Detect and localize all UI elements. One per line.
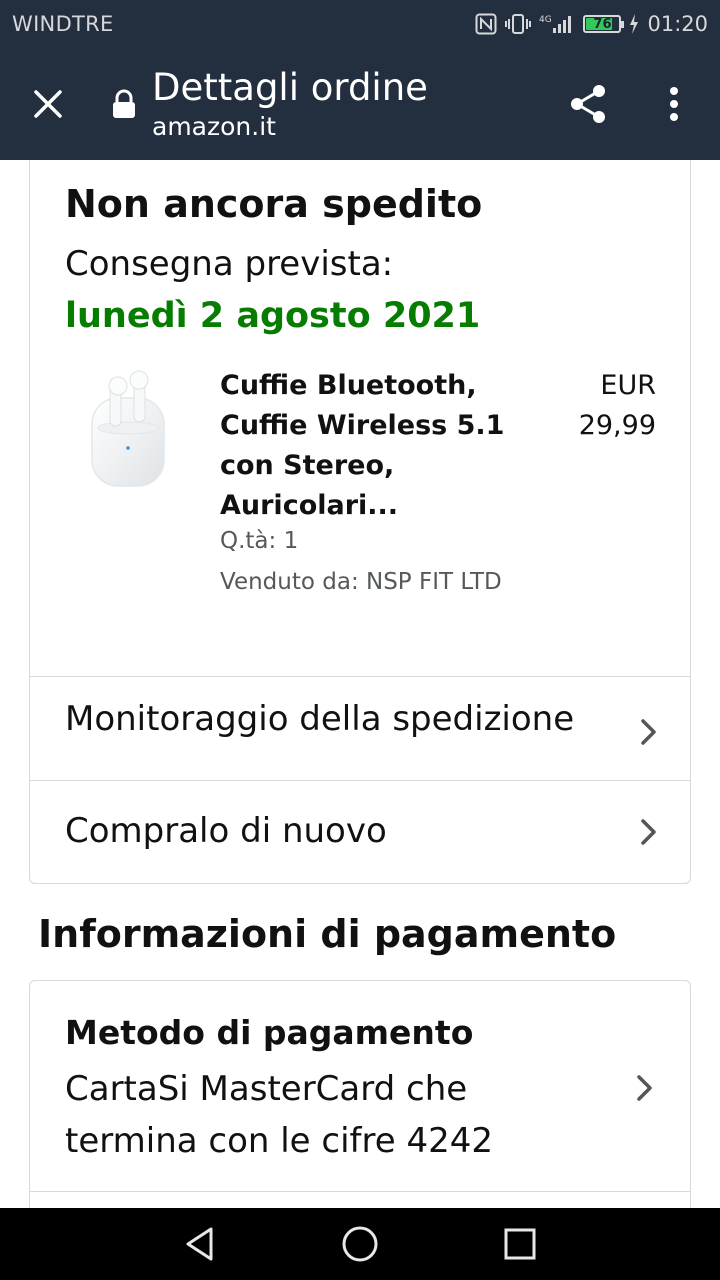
browser-toolbar: Dettagli ordine amazon.it [0,48,720,160]
back-button[interactable] [170,1214,230,1274]
carrier-name: WINDTRE [12,12,114,36]
more-vert-icon [670,87,678,121]
price-currency: EUR [600,370,656,401]
track-shipment-label: Monitoraggio della spedizione [65,699,575,739]
share-button[interactable] [562,78,614,130]
order-card: Non ancora spedito Consegna prevista: lu… [29,160,691,884]
close-icon [34,90,62,118]
system-navigation-bar [0,1208,720,1280]
nfc-icon [475,13,497,35]
battery-level: 76 [593,16,612,32]
chevron-right-icon [641,719,656,745]
status-bar: WINDTRE 4G 76 01:20 [0,0,720,48]
recents-square-icon [504,1228,536,1260]
payment-method-title: Metodo di pagamento [65,1013,474,1052]
chevron-right-icon [637,1075,652,1101]
charging-icon [629,14,639,34]
shipping-status: Non ancora spedito [65,182,483,226]
seller: Venduto da: NSP FIT LTD [220,569,502,595]
payment-method-card[interactable]: Metodo di pagamento CartaSi MasterCard c… [29,980,691,1208]
home-button[interactable] [330,1214,390,1274]
signal-icon: 4G [539,13,575,35]
home-circle-icon [342,1226,378,1262]
buy-again-label: Compralo di nuovo [65,811,387,851]
network-type: 4G [539,15,552,25]
status-icons: 4G 76 01:20 [475,12,708,36]
share-icon [571,85,605,123]
more-options-button[interactable] [652,78,696,130]
order-summary: Non ancora spedito Consegna prevista: lu… [30,160,690,677]
buy-again-row[interactable]: Compralo di nuovo [30,781,690,883]
track-shipment-row[interactable]: Monitoraggio della spedizione [30,677,690,781]
product-title[interactable]: Cuffie Bluetooth, Cuffie Wireless 5.1 co… [220,366,520,526]
close-button[interactable] [22,78,74,130]
vibrate-icon [505,13,532,35]
page-content: Non ancora spedito Consegna prevista: lu… [0,160,720,1208]
payment-section-heading: Informazioni di pagamento [38,912,617,956]
page-title: Dettagli ordine [152,66,428,109]
clock: 01:20 [647,12,708,36]
page-url: amazon.it [152,112,276,141]
back-triangle-icon [186,1227,213,1261]
price-value: 29,99 [578,410,656,441]
quantity: Q.tà: 1 [220,528,299,554]
lock-icon [110,88,138,120]
delivery-date: lunedì 2 agosto 2021 [65,296,481,336]
divider [30,1191,690,1192]
delivery-label: Consegna prevista: [65,244,394,284]
chevron-right-icon [641,819,656,845]
payment-method-detail: CartaSi MasterCard che termina con le ci… [65,1069,494,1161]
product-image[interactable] [84,366,174,494]
battery-icon: 76 [583,15,625,33]
recents-button[interactable] [490,1214,550,1274]
